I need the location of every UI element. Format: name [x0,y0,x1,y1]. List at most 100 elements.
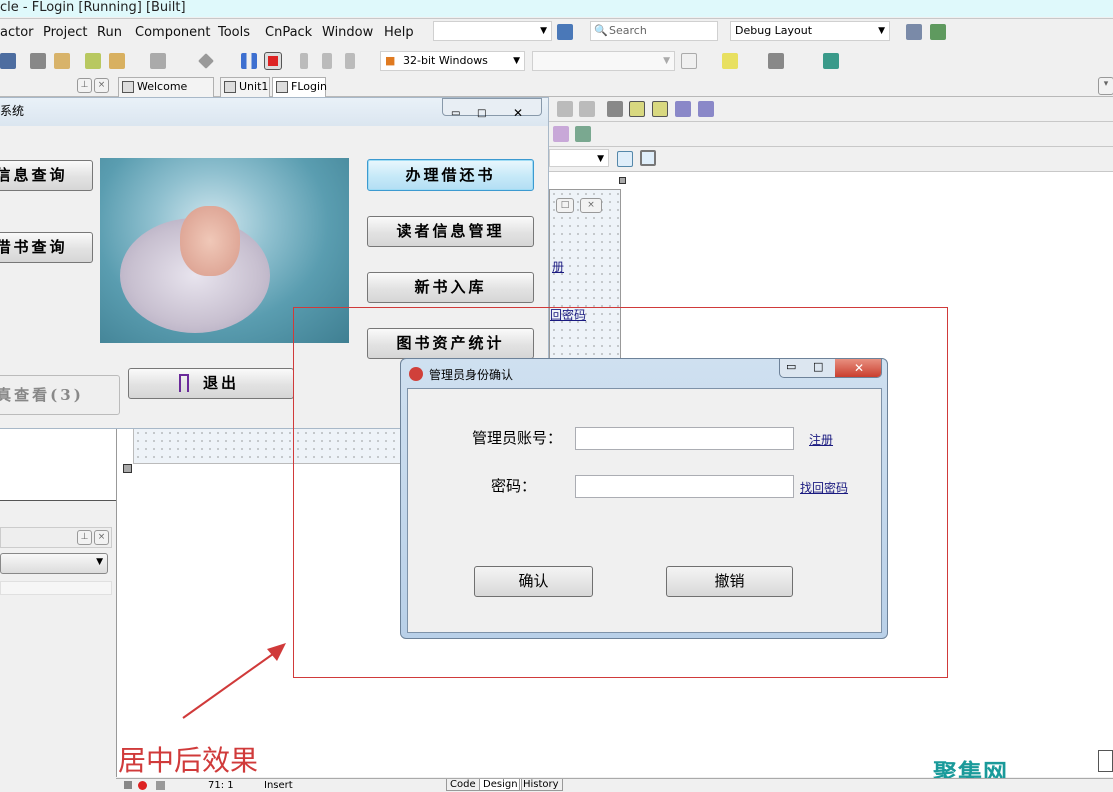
menu-component[interactable]: Component [135,25,210,40]
platform-value: 32-bit Windows [403,54,488,67]
refresh-icon[interactable] [681,53,697,69]
account-input[interactable] [575,427,794,450]
stop-record-icon[interactable] [156,781,165,790]
maximize-icon: □ [556,198,574,213]
component-icon[interactable] [553,126,569,142]
dialog-body: 管理员账号： 注册 密码： 找回密码 确认 撤销 [407,388,882,633]
record-icon[interactable] [138,781,147,790]
annotation-arrow [182,643,286,719]
trace-into-icon[interactable] [322,53,332,69]
add-file-icon[interactable] [85,53,101,69]
exit-label: 退出 [202,374,239,392]
close-icon[interactable]: ✕ [513,100,523,126]
help-book-icon[interactable] [823,53,839,69]
bring-front-icon[interactable] [675,101,691,117]
maximize-icon[interactable]: □ [477,101,486,127]
menu-tools[interactable]: Tools [218,25,250,40]
confirm-button[interactable]: 确认 [474,566,593,597]
pin-icon[interactable]: ⊥ [77,78,92,93]
window-controls: ▭ □ ✕ [442,98,542,120]
save-desktop-icon[interactable] [557,24,573,40]
layout-combo[interactable]: Debug Layout ▼ [730,21,890,41]
tab-welcome-page[interactable]: Welcome Page [118,77,214,111]
font-combo[interactable]: ▼ [549,149,609,167]
tab-label: Unit1 [239,80,269,93]
open-project-icon[interactable] [54,53,70,69]
form-icon [276,81,288,93]
run-without-debug-icon[interactable] [198,53,214,69]
platform-combo[interactable]: ■ 32-bit Windows ▼ [380,51,525,71]
scroll-button[interactable] [1098,750,1113,772]
tab-code[interactable]: Code [446,779,480,791]
menu-help[interactable]: Help [384,25,414,40]
arrow-head [267,643,286,661]
size-icon[interactable] [607,101,623,117]
align-icon[interactable] [579,101,595,117]
pin-icon[interactable]: ⊥ [77,530,92,545]
menu-cnpack[interactable]: CnPack [265,25,312,40]
object-inspector-header: ⊥ × [0,527,112,548]
align-toolbar [549,97,1113,122]
step-icon[interactable] [300,53,308,69]
stop-icon[interactable] [264,52,282,70]
search-input[interactable]: 🔍 Search [590,21,718,41]
close-icon: × [580,198,602,213]
record-macro-icon[interactable] [124,781,132,789]
tab-list-icon[interactable]: ▾ [1098,77,1113,95]
remove-file-icon[interactable] [109,53,125,69]
reader-info-button[interactable]: 读者信息管理 [367,216,534,247]
menu-bar: actor Project Run Component Tools CnPack… [0,18,1113,46]
send-back-icon[interactable] [698,101,714,117]
center-v-icon[interactable] [652,101,668,117]
save-all-icon[interactable] [0,53,16,69]
align-icon[interactable] [557,101,573,117]
minimize-icon[interactable]: ▭ [786,360,796,373]
menu-run[interactable]: Run [97,25,122,40]
cursor-position: 71: 1 [208,780,234,791]
forward-icon[interactable] [768,53,784,69]
resize-handle[interactable] [619,177,626,184]
tab-history[interactable]: History [519,779,563,791]
close-panel-icon[interactable]: × [94,78,109,93]
tab-design[interactable]: Design [479,779,522,791]
pause-icon[interactable] [241,53,257,69]
center-h-icon[interactable] [629,101,645,117]
menu-window[interactable]: Window [322,25,373,40]
borrow-return-button[interactable]: 办理借还书 [367,159,534,191]
resize-handle[interactable] [123,464,132,473]
exit-button[interactable]: 退出 [128,368,294,399]
close-panel-icon[interactable]: × [94,530,109,545]
component-icon[interactable] [575,126,591,142]
run-icon[interactable] [150,53,166,69]
tab-unit1[interactable]: Unit1 [220,77,270,97]
menu-project[interactable]: Project [43,25,87,40]
run-layout-icon[interactable] [930,24,946,40]
new-book-button[interactable]: 新书入库 [367,272,534,303]
design-register-link: 册 [552,260,565,274]
back-icon[interactable] [722,53,738,69]
close-icon[interactable]: ✕ [835,359,881,377]
home-icon [122,81,134,93]
borrow-query-button[interactable]: 借书查询 [0,232,93,263]
cancel-button[interactable]: 撤销 [666,566,793,597]
chevron-down-icon: ▼ [96,557,103,567]
ide-title-bar: cle - FLogin [Running] [Built] [0,0,1113,17]
info-query-button[interactable]: 信息查询 [0,160,93,191]
tab-flogin[interactable]: FLogin [272,77,327,97]
align-left-icon[interactable] [617,151,633,167]
component-toolbar [549,122,1113,147]
desktop-combo[interactable]: ▼ [433,21,552,41]
maximize-icon[interactable]: □ [813,360,823,373]
register-link[interactable]: 注册 [809,431,833,448]
password-input[interactable] [575,475,794,498]
layout-icon[interactable] [906,24,922,40]
open-icon[interactable] [30,53,46,69]
object-selector-combo[interactable]: ▼ [0,553,108,574]
minimize-icon[interactable]: ▭ [451,101,460,127]
recover-password-link[interactable]: 找回密码 [800,479,848,496]
step-over-icon[interactable] [345,53,355,69]
config-combo[interactable]: ▼ [532,51,675,71]
align-center-icon[interactable] [640,150,656,166]
password-label: 密码： [491,477,537,495]
menu-refactor[interactable]: actor [0,25,34,40]
